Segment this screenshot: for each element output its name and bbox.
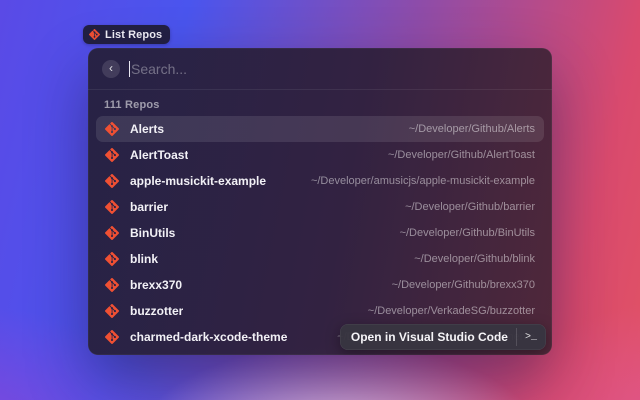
repo-list-item[interactable]: barrier ~/Developer/Github/barrier xyxy=(96,194,544,220)
repo-path: ~/Developer/Github/barrier xyxy=(393,201,535,213)
git-icon xyxy=(105,122,119,136)
repo-list: Alerts ~/Developer/Github/Alerts AlertTo… xyxy=(88,116,552,355)
repo-list-item[interactable]: chaseimport ~/Developer/VerkadeSG/chasei… xyxy=(96,350,544,355)
repo-list-item[interactable]: BinUtils ~/Developer/Github/BinUtils xyxy=(96,220,544,246)
text-caret xyxy=(129,61,130,77)
repo-list-item[interactable]: buzzotter ~/Developer/VerkadeSG/buzzotte… xyxy=(96,298,544,324)
launcher-window: ‹ 111 Repos Alerts ~/Developer/Github/Al… xyxy=(88,48,552,355)
repo-list-item[interactable]: brexx370 ~/Developer/Github/brexx370 xyxy=(96,272,544,298)
repo-name: barrier xyxy=(130,200,168,214)
repo-path: ~/Developer/Github/AlertToast xyxy=(376,149,535,161)
repo-path: ~/Developer/Github/blink xyxy=(402,253,535,265)
command-chip-label: List Repos xyxy=(105,29,162,41)
repo-list-item[interactable]: blink ~/Developer/Github/blink xyxy=(96,246,544,272)
open-in-vscode-action[interactable]: Open in Visual Studio Code >_ xyxy=(340,324,546,350)
search-bar: ‹ xyxy=(88,48,552,90)
repo-path: ~/Developer/VerkadeSG/buzzotter xyxy=(356,305,535,317)
repo-name: Alerts xyxy=(130,122,164,136)
repo-name: apple-musickit-example xyxy=(130,174,266,188)
back-button[interactable]: ‹ xyxy=(102,60,120,78)
git-icon xyxy=(105,330,119,344)
git-icon xyxy=(105,226,119,240)
repo-path: ~/Developer/amusicjs/apple-musickit-exam… xyxy=(299,175,535,187)
repo-name: buzzotter xyxy=(130,304,183,318)
repo-name: blink xyxy=(130,252,158,266)
git-icon xyxy=(105,278,119,292)
git-icon xyxy=(105,174,119,188)
repo-name: brexx370 xyxy=(130,278,182,292)
search-input[interactable] xyxy=(129,61,538,77)
git-icon xyxy=(105,148,119,162)
section-header: 111 Repos xyxy=(88,90,552,116)
repo-list-item[interactable]: Alerts ~/Developer/Github/Alerts xyxy=(96,116,544,142)
terminal-shortcut-icon: >_ xyxy=(516,328,541,346)
git-icon xyxy=(105,200,119,214)
repo-name: charmed-dark-xcode-theme xyxy=(130,330,287,344)
open-in-vscode-label: Open in Visual Studio Code xyxy=(351,330,508,344)
search-field-wrap xyxy=(129,48,538,89)
command-chip[interactable]: List Repos xyxy=(83,25,170,44)
repo-list-item[interactable]: apple-musickit-example ~/Developer/amusi… xyxy=(96,168,544,194)
repo-name: BinUtils xyxy=(130,226,175,240)
git-icon xyxy=(89,29,100,40)
repo-path: ~/Developer/Github/BinUtils xyxy=(388,227,535,239)
repo-path: ~/Developer/Github/brexx370 xyxy=(380,279,535,291)
repo-path: ~/Developer/Github/Alerts xyxy=(397,123,535,135)
repo-name: AlertToast xyxy=(130,148,188,162)
repo-list-item[interactable]: AlertToast ~/Developer/Github/AlertToast xyxy=(96,142,544,168)
git-icon xyxy=(105,252,119,266)
git-icon xyxy=(105,304,119,318)
